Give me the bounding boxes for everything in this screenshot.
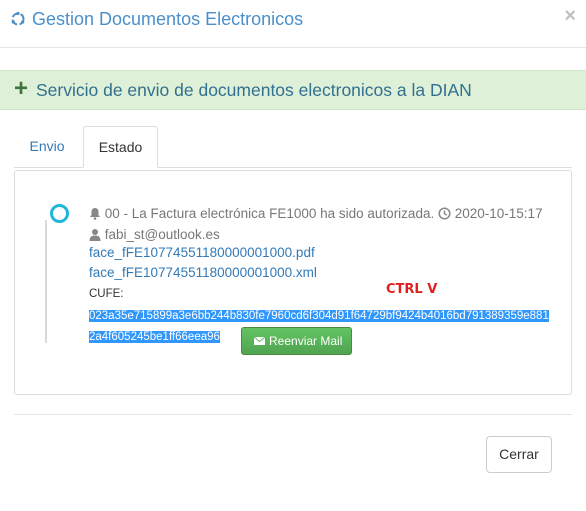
bell-icon <box>90 208 100 220</box>
modal-title: Gestion Documentos Electronicos <box>32 9 304 29</box>
tab-estado[interactable]: Estado <box>83 126 158 168</box>
modal-header: Gestion Documentos Electronicos × <box>0 0 586 48</box>
pdf-file-link[interactable]: face_fFE10774551180000001000.pdf <box>89 245 315 260</box>
tab-envio[interactable]: Envio <box>14 126 80 168</box>
tab-bar: Envio Estado <box>14 126 572 168</box>
refresh-icon <box>11 11 25 26</box>
event-timestamp: 2020-10-15:17 <box>454 206 543 221</box>
plus-icon: + <box>14 75 29 102</box>
banner-text: Servicio de envio de documentos electron… <box>36 80 472 100</box>
resend-mail-label: Reenviar Mail <box>269 334 343 348</box>
cufe-label: CUFE: <box>89 288 124 300</box>
envelope-icon <box>254 337 265 345</box>
timeline-dot <box>50 204 69 223</box>
timeline-line <box>45 220 47 343</box>
user-icon <box>89 229 101 241</box>
event-email: fabi_st@outlook.es <box>104 227 220 242</box>
close-icon[interactable]: × <box>564 6 576 26</box>
close-button[interactable]: Cerrar <box>486 436 552 473</box>
event-description: 00 - La Factura electrónica FE1000 ha si… <box>89 203 549 245</box>
footer-divider <box>14 414 572 415</box>
event-message: 00 - La Factura electrónica FE1000 ha si… <box>104 206 435 221</box>
xml-file-link[interactable]: face_fFE10774551180000001000.xml <box>89 265 317 280</box>
ctrl-v-annotation: CTRL V <box>386 282 438 297</box>
clock-icon <box>438 207 451 220</box>
resend-mail-button[interactable]: Reenviar Mail <box>241 327 352 355</box>
service-banner: + Servicio de envio de documentos electr… <box>0 70 586 110</box>
